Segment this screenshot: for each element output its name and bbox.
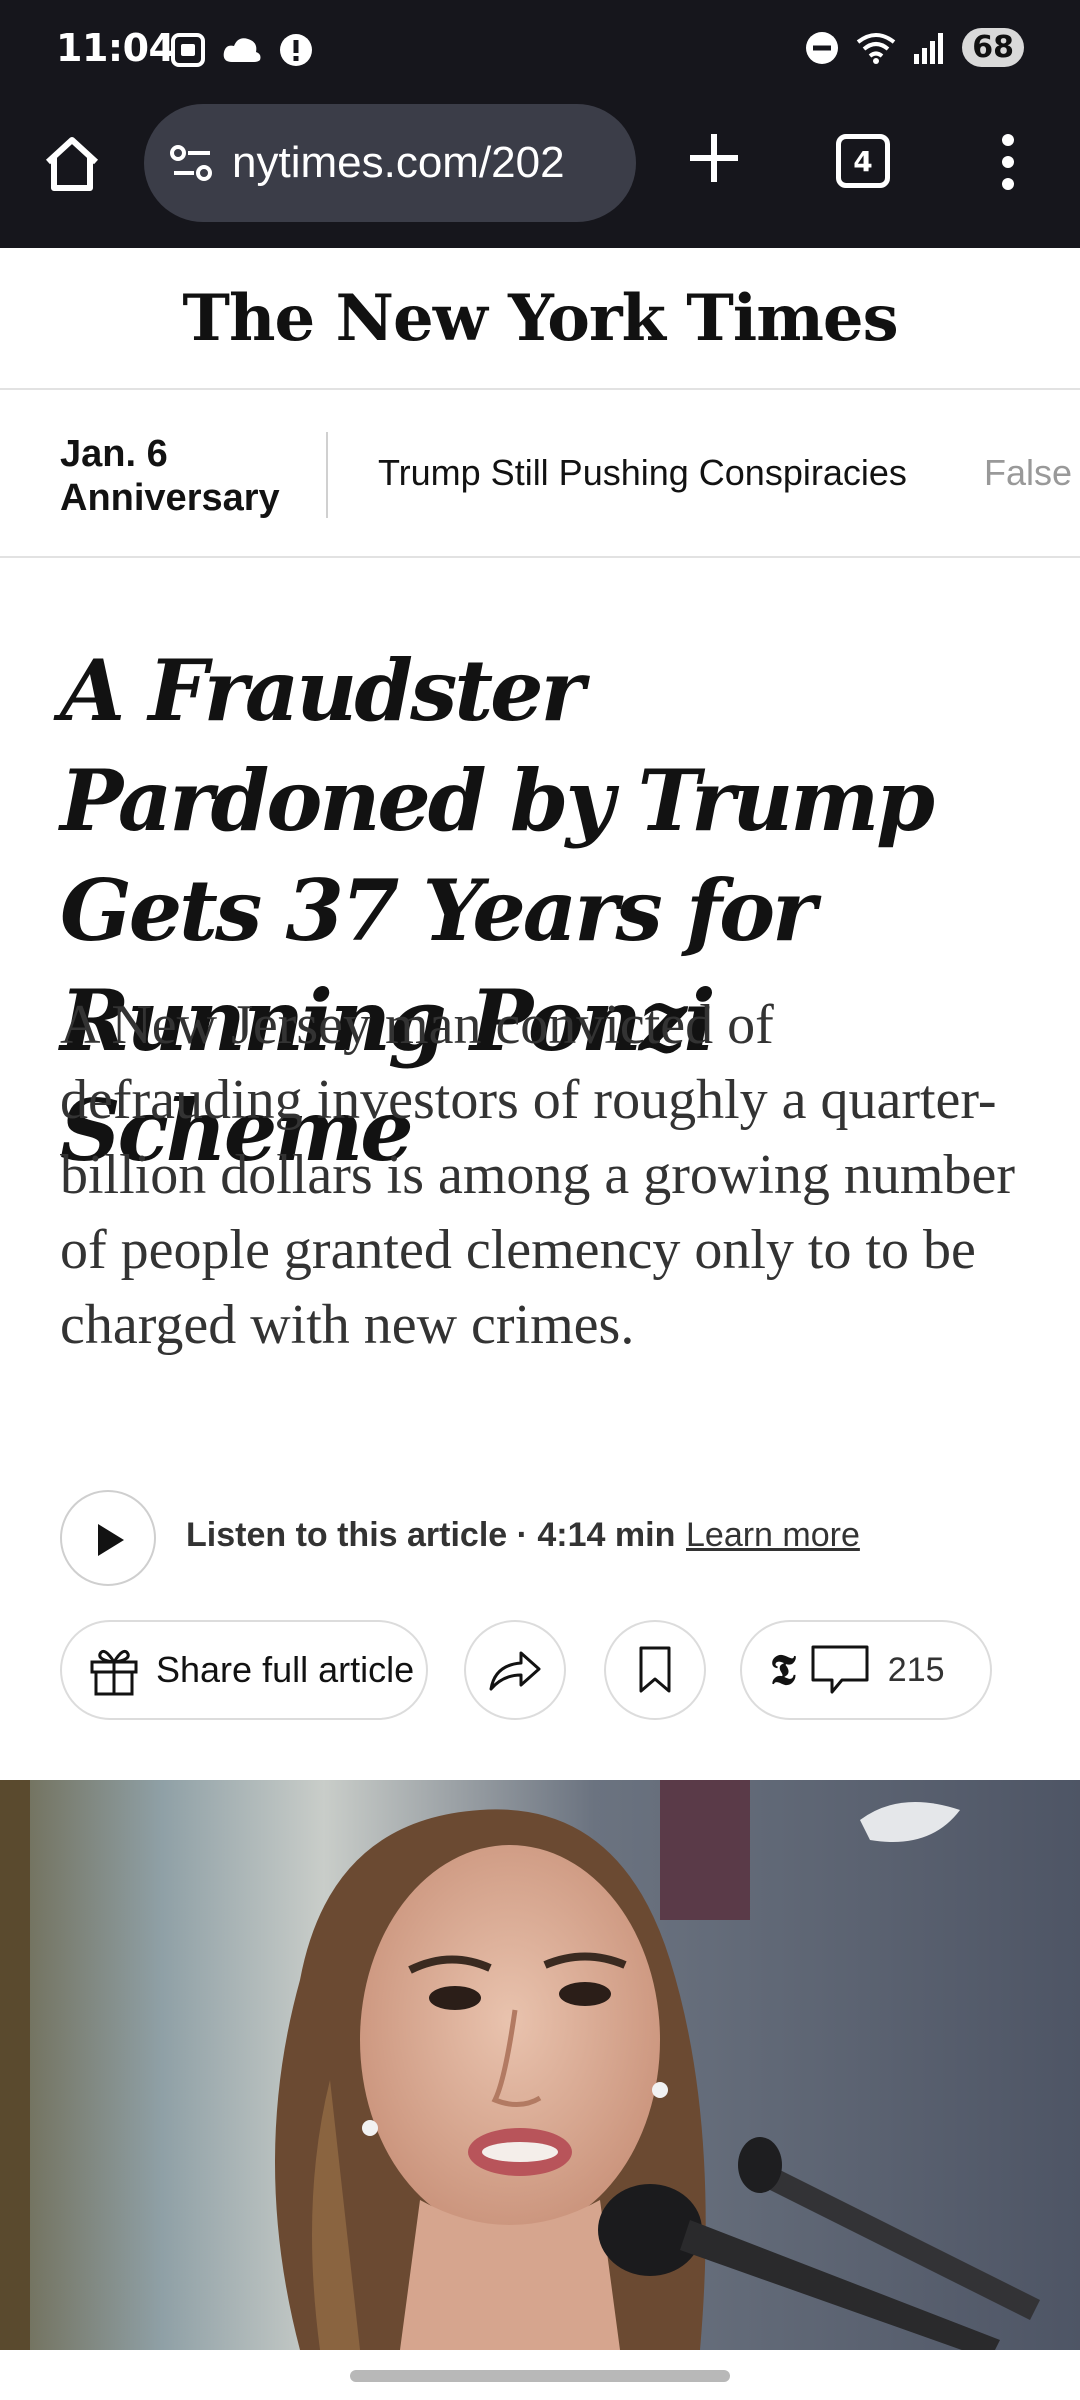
nav-kicker[interactable]: Jan. 6 Anniversary bbox=[60, 432, 320, 520]
signal-icon bbox=[914, 32, 944, 64]
status-icons-right: 68 bbox=[804, 28, 1024, 67]
share-full-article-button[interactable]: Share full article bbox=[60, 1620, 428, 1720]
save-button[interactable] bbox=[604, 1620, 706, 1720]
listen-row: Listen to this article · 4:14 min Learn … bbox=[60, 1490, 1040, 1590]
gift-icon bbox=[90, 1649, 138, 1696]
nyt-logo[interactable]: The New York Times bbox=[182, 281, 898, 356]
bookmark-icon bbox=[639, 1646, 671, 1693]
share-button[interactable] bbox=[464, 1620, 566, 1720]
status-icons-left bbox=[168, 30, 316, 70]
screenshot-icon bbox=[171, 33, 205, 67]
browser-toolbar: nytimes.com/202 4 bbox=[0, 100, 1080, 248]
play-button[interactable] bbox=[60, 1490, 156, 1586]
share-arrow-icon bbox=[489, 1651, 541, 1691]
article-actions: Share full article 𝕿 215 bbox=[60, 1620, 1040, 1720]
share-full-article-label: Share full article bbox=[156, 1649, 415, 1690]
status-bar: 11:04 68 bbox=[0, 0, 1080, 100]
nav-divider bbox=[326, 432, 328, 518]
status-time: 11:04 bbox=[56, 26, 175, 70]
home-icon[interactable] bbox=[40, 132, 104, 196]
menu-icon[interactable] bbox=[990, 130, 1026, 194]
nyt-t-icon: 𝕿 bbox=[770, 1645, 796, 1694]
article-photo bbox=[0, 1780, 1080, 2350]
nav-link-false[interactable]: False bbox=[984, 452, 1072, 494]
nav-kicker-line2: Anniversary bbox=[60, 477, 280, 519]
learn-more-link[interactable]: Learn more bbox=[686, 1516, 860, 1555]
url-text[interactable]: nytimes.com/202 bbox=[232, 138, 565, 188]
masthead: The New York Times bbox=[0, 248, 1080, 390]
nav-link-trump-conspiracies[interactable]: Trump Still Pushing Conspiracies bbox=[378, 452, 907, 494]
comment-icon bbox=[811, 1645, 869, 1694]
comment-count: 215 bbox=[887, 1650, 945, 1689]
nav-kicker-line1: Jan. 6 bbox=[60, 433, 168, 475]
new-tab-icon[interactable] bbox=[682, 126, 746, 190]
play-icon bbox=[98, 1524, 124, 1556]
alert-icon bbox=[280, 34, 312, 66]
comments-button[interactable]: 𝕿 215 bbox=[740, 1620, 992, 1720]
site-info-icon[interactable] bbox=[166, 137, 218, 189]
home-indicator[interactable] bbox=[350, 2370, 730, 2382]
do-not-disturb-icon bbox=[806, 31, 839, 64]
tab-switcher-button[interactable]: 4 bbox=[836, 134, 890, 188]
article-summary: A New Jersey man convicted of defrauding… bbox=[60, 994, 1015, 1356]
wifi-icon bbox=[857, 32, 896, 64]
topic-nav: Jan. 6 Anniversary Trump Still Pushing C… bbox=[0, 392, 1080, 558]
url-bar[interactable]: nytimes.com/202 bbox=[144, 104, 636, 222]
photo-illustration bbox=[0, 1780, 1080, 2350]
cloud-icon bbox=[223, 38, 261, 62]
listen-label: Listen to this article · 4:14 min bbox=[186, 1516, 676, 1554]
battery-indicator: 68 bbox=[962, 28, 1024, 67]
